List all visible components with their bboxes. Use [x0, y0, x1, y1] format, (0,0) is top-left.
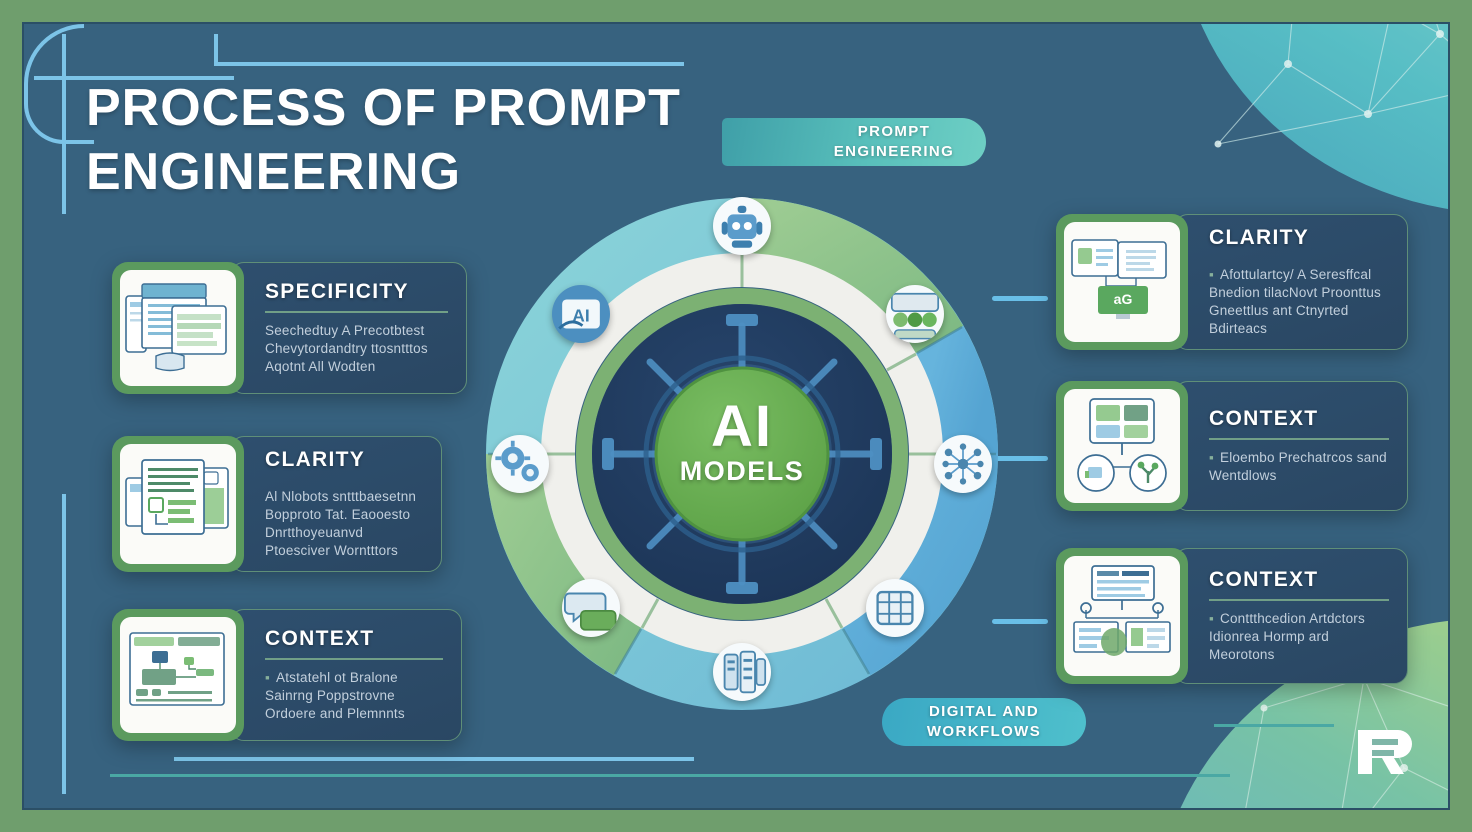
card-divider [265, 311, 448, 313]
node-right-neural-network[interactable] [934, 435, 992, 493]
document-form-icon [125, 459, 229, 535]
card-description: ▪ Conttthcedion Artdctors Idionrea Hormp … [1209, 610, 1389, 664]
guide-line-vertical-left [62, 34, 66, 214]
card-description: ▪ Atstatehl ot Bralone Sainrng Poppstrovn… [265, 669, 443, 723]
card-description-text: Eloembo Prechatrcos sand Wentdlows [1209, 449, 1387, 483]
card-description-text: Conttthcedion Artdctors Idionrea Hormp a… [1209, 610, 1365, 662]
guide-line-vertical-bottom-left [62, 494, 66, 794]
top-right-network-decoration [1178, 24, 1448, 214]
node-left-gears[interactable] [491, 435, 549, 493]
title-line-1: PROCESS OF PROMPT [86, 76, 706, 140]
card-title: CONTEXT [265, 627, 375, 651]
guide-line-teal-bottom-right [1214, 724, 1334, 727]
guide-line-vertical-top [214, 34, 218, 64]
fr-monogram-logo-icon [1358, 730, 1412, 774]
fr-monogram-logo [1352, 724, 1414, 780]
connected-nodes-icon [1064, 389, 1180, 503]
card-body: CONTEXT ▪ Conttthcedion Artdctors Idionre… [1174, 548, 1408, 684]
dashboard-icon [890, 292, 940, 340]
poster-canvas: PROCESS OF PROMPT ENGINEERING PROMPT ENG… [22, 22, 1450, 810]
card-thumbnail-frame [112, 436, 244, 572]
card-specificity[interactable]: SPECIFICITY Seechedtuy A Precotbtest Che… [112, 262, 467, 394]
card-description-text: Atstatehl ot Bralone Sainrng Poppstrovne… [265, 669, 405, 721]
guide-line-horizontal-top-right [214, 62, 684, 66]
network-devices-icon [1073, 565, 1171, 656]
document-form-icon [120, 444, 236, 564]
prompt-engineering-wheel: AI MODELS AI [462, 187, 1022, 721]
flowchart-icon [129, 632, 225, 706]
connected-nodes-icon [1077, 398, 1167, 492]
card-body: CLARITY Al Nlobots sntttbaesetnn Bopprot… [230, 436, 442, 572]
node-bottom-server[interactable] [713, 643, 771, 701]
monitor-devices-icon: aG [1071, 239, 1167, 319]
gears-icon [495, 440, 539, 482]
card-clarity-right[interactable]: aG CLARITY ▪ Afottulartcy/ A Seresffcal B… [1056, 214, 1408, 350]
guide-curve-left [24, 24, 84, 104]
card-body: CONTEXT ▪ Eloembo Prechatrcos sand Wentdl… [1174, 381, 1408, 511]
chat-icon [563, 592, 617, 631]
node-upper-left-ai-chip[interactable]: AI [552, 285, 610, 343]
bullet-marker: ▪ [265, 669, 270, 685]
node-lower-left-chat[interactable] [562, 579, 620, 637]
card-context-left[interactable]: CONTEXT ▪ Atstatehl ot Bralone Sainrng Po… [112, 609, 462, 741]
card-body: CLARITY ▪ Afottulartcy/ A Seresffcal Bned… [1174, 214, 1408, 350]
network-lines-icon [1214, 24, 1448, 148]
card-description: Al Nlobots sntttbaesetnn Bopproto Tat. E… [265, 489, 417, 558]
card-body: CONTEXT ▪ Atstatehl ot Bralone Sainrng Po… [230, 609, 462, 741]
card-title: CONTEXT [1209, 568, 1319, 592]
card-title: CLARITY [265, 448, 366, 471]
card-title: SPECIFICITY [265, 280, 409, 304]
guide-line-horizontal-bottom [174, 757, 694, 761]
card-thumbnail-frame: aG [1056, 214, 1188, 350]
bullet-marker: ▪ [1209, 610, 1214, 626]
card-description: ▪ Eloembo Prechatrcos sand Wentdlows [1209, 449, 1389, 485]
card-clarity-left[interactable]: CLARITY Al Nlobots sntttbaesetnn Bopprot… [112, 436, 442, 572]
wireframe-screens-icon [120, 270, 236, 386]
database-icon [876, 590, 914, 626]
card-description-text: Afottulartcy/ A Seresffcal Bnedion tilac… [1209, 267, 1381, 336]
card-context-right-1[interactable]: CONTEXT ▪ Eloembo Prechatrcos sand Wentdl… [1056, 381, 1408, 511]
card-context-right-2[interactable]: CONTEXT ▪ Conttthcedion Artdctors Idionre… [1056, 548, 1408, 684]
node-upper-right-dashboard[interactable] [886, 285, 944, 343]
network-devices-icon [1064, 556, 1180, 676]
card-body: SPECIFICITY Seechedtuy A Precotbtest Che… [230, 262, 467, 394]
card-title: CONTEXT [1209, 407, 1319, 431]
card-divider [265, 658, 443, 660]
monitor-devices-icon: aG [1064, 222, 1180, 342]
card-description: ▪ Afottulartcy/ A Seresffcal Bnedion tila… [1209, 266, 1389, 338]
robot-icon [721, 205, 763, 248]
card-thumbnail-frame [112, 262, 244, 394]
guide-curve-bottom-left [24, 104, 94, 144]
wireframe-screens-icon [125, 283, 227, 372]
card-thumbnail-frame [112, 609, 244, 741]
card-description: Seechedtuy A Precotbtest Chevytordandtry… [265, 322, 428, 374]
node-top-robot[interactable] [713, 197, 771, 255]
flowchart-icon [120, 617, 236, 733]
bullet-marker: ▪ [1209, 267, 1214, 282]
node-lower-right-database[interactable] [866, 579, 924, 637]
card-thumbnail-frame [1056, 381, 1188, 511]
pill-prompt-engineering: PROMPT ENGINEERING [722, 118, 986, 166]
card-divider [1209, 438, 1389, 440]
infographic-poster: PROCESS OF PROMPT ENGINEERING PROMPT ENG… [0, 0, 1472, 832]
card-title: CLARITY [1209, 226, 1310, 249]
server-icon [723, 650, 767, 694]
guide-line-teal-bottom [110, 774, 1230, 777]
page-title: PROCESS OF PROMPT ENGINEERING [86, 76, 706, 204]
card-thumbnail-frame [1056, 548, 1188, 684]
svg-text:aG: aG [1114, 291, 1133, 307]
title-emphasis: PROMPT [452, 79, 681, 137]
title-prefix: PROCESS OF [86, 79, 453, 137]
card-divider [1209, 599, 1389, 601]
bullet-marker: ▪ [1209, 449, 1214, 465]
neural-network-icon [942, 443, 984, 485]
ai-chip-icon: AI [558, 299, 600, 330]
